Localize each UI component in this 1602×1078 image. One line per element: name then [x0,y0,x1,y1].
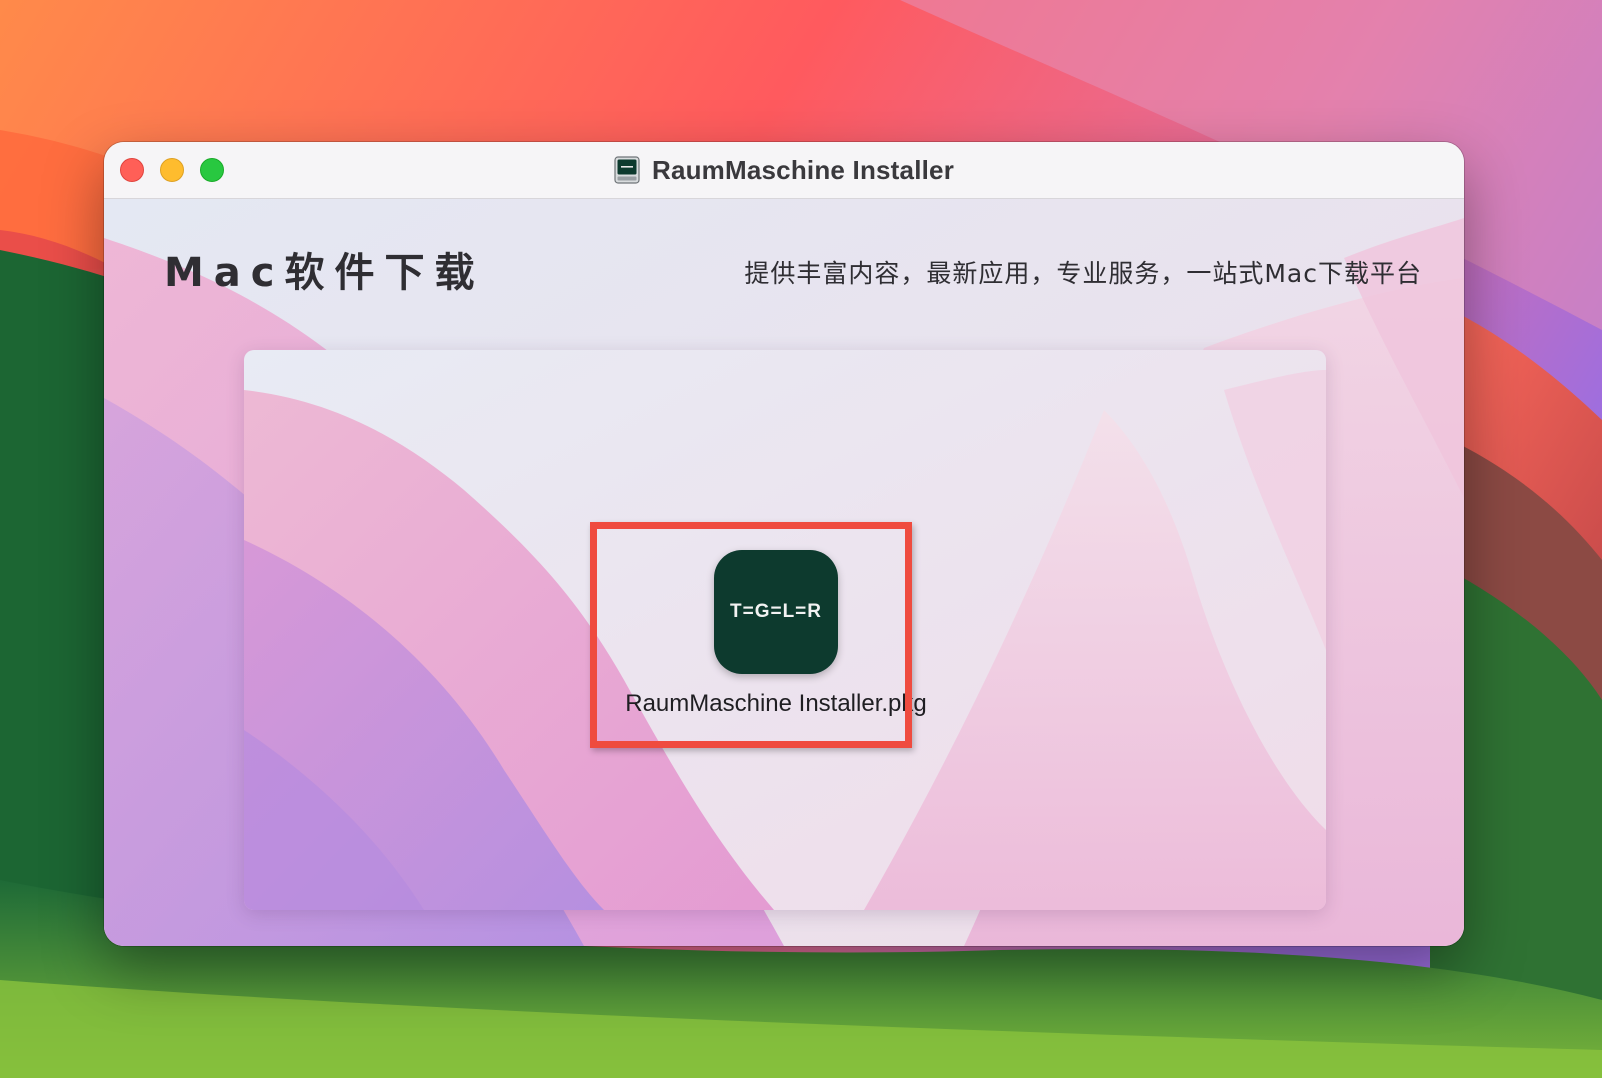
package-file[interactable]: T=G=L=R RaumMaschine Installer.pkg [625,550,927,730]
package-app-icon[interactable]: T=G=L=R [714,550,838,674]
package-filename[interactable]: RaumMaschine Installer.pkg [620,690,932,718]
window-title: RaumMaschine Installer [651,154,955,185]
brand-tagline: 提供丰富内容，最新应用，专业服务，一站式Mac下载平台 [744,259,1422,288]
window-content: Mac软件下载 提供丰富内容，最新应用，专业服务，一站式Mac下载平台 T=G=… [104,198,1464,946]
disk-image-icon [614,156,640,184]
title-bar[interactable]: RaumMaschine Installer [104,142,1464,199]
installer-window: RaumMaschine Installer Mac软件下载 提供丰富内容，最新… [104,142,1464,946]
package-logo-text: T=G=L=R [730,601,822,622]
title-group: RaumMaschine Installer [104,142,1464,198]
brand-title: Mac软件下载 [164,250,485,296]
package-panel: T=G=L=R RaumMaschine Installer.pkg [244,350,1326,910]
